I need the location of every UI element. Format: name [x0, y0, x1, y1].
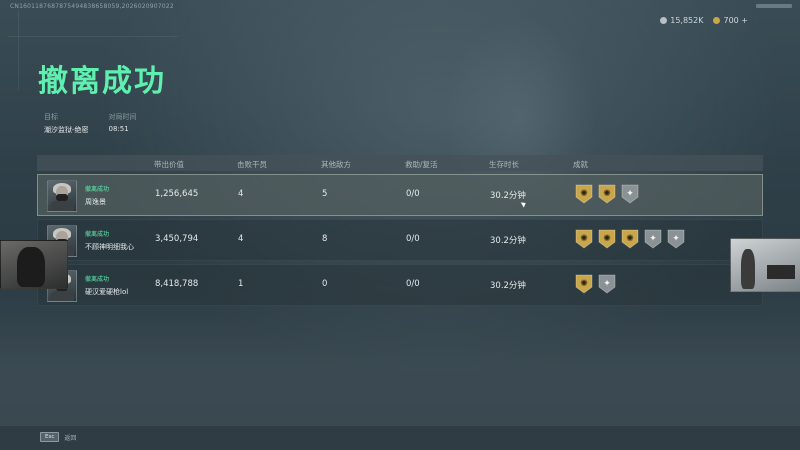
- row-other: 8: [322, 234, 328, 244]
- target-value: 潮汐监狱-绝密: [44, 126, 89, 134]
- bottom-bar: [0, 426, 800, 450]
- achievement-badges: ✺ ✦: [575, 274, 616, 294]
- page-title: 撤离成功: [38, 64, 166, 99]
- gold-medal-icon[interactable]: ✺: [621, 229, 639, 249]
- gold-medal-icon[interactable]: ✺: [575, 184, 593, 204]
- row-rescue: 0/0: [406, 279, 420, 289]
- gold-medal-icon[interactable]: ✺: [575, 229, 593, 249]
- player-avatar[interactable]: [47, 180, 77, 212]
- hud-line: [8, 36, 178, 37]
- target-info: 目标 潮汐监狱-绝密: [44, 112, 89, 135]
- row-rescue: 0/0: [406, 234, 420, 244]
- gold-medal-icon[interactable]: ✺: [598, 229, 616, 249]
- esc-key[interactable]: Esc: [40, 432, 60, 442]
- currency-silver: 15,852K: [660, 16, 703, 25]
- row-rescue: 0/0: [406, 189, 420, 199]
- header-rescue: 救助/复活: [405, 160, 438, 169]
- time-info: 对局时间 08:51: [109, 112, 137, 135]
- currency-amount: 700 +: [723, 16, 748, 25]
- header-other: 其他敌方: [321, 160, 351, 169]
- results-table: 带出价值 击败干员 其他敌方 救助/复活 生存时长 成就 撤离成功 周逸景 1,2…: [37, 155, 763, 306]
- row-kills: 1: [238, 279, 244, 289]
- extraction-status: 撤离成功: [85, 186, 110, 193]
- player-name: 硬汉爱硬枪lol: [85, 288, 129, 296]
- silver-medal-icon[interactable]: ✦: [667, 229, 685, 249]
- table-header: 带出价值 击败干员 其他敌方 救助/复活 生存时长 成就: [37, 155, 763, 171]
- chair: [767, 265, 795, 279]
- header-time: 生存时长: [489, 160, 519, 169]
- row-kills: 4: [238, 234, 244, 244]
- session-id: CN1601187687875494838658059,202602090702…: [10, 3, 174, 10]
- silver-coin-icon: [660, 17, 668, 24]
- player-name: 周逸景: [85, 198, 106, 206]
- extraction-status: 撤离成功: [85, 231, 110, 238]
- achievement-badges: ✺ ✺ ✺ ✦ ✦: [575, 229, 685, 249]
- header-value: 带出价值: [154, 160, 184, 169]
- currency-amount: 15,852K: [670, 16, 704, 25]
- silver-medal-icon[interactable]: ✦: [598, 274, 616, 294]
- table-row[interactable]: 撤离成功 硬汉爱硬枪lol 8,418,788 1 0 0/0 30.2分钟 ✺ ✦: [37, 264, 763, 306]
- player-name: 不顾神明细我心: [85, 243, 134, 251]
- row-other: 0: [322, 279, 328, 289]
- row-other: 5: [322, 189, 328, 199]
- header-kills: 击败干员: [237, 160, 267, 169]
- row-survival-time: 30.2分钟: [490, 281, 526, 291]
- hud-line: [18, 10, 19, 90]
- table-row[interactable]: 撤离成功 不顾神明细我心 3,450,794 4 8 0/0 30.2分钟 ✺ ✺ ✺ ✦…: [37, 219, 763, 261]
- row-value: 8,418,788: [155, 279, 199, 289]
- silver-medal-icon[interactable]: ✦: [644, 229, 662, 249]
- currency-bar: 15,852K 700 +: [660, 16, 748, 25]
- streamer-silhouette: [17, 247, 45, 287]
- avatar-body: [50, 201, 74, 211]
- top-indicator: [756, 4, 792, 8]
- header-achievements: 成就: [573, 160, 588, 169]
- table-row[interactable]: 撤离成功 周逸景 1,256,645 4 5 0/0 30.2分钟 ✺ ✺ ✦: [37, 174, 763, 216]
- silver-medal-icon[interactable]: ✦: [621, 184, 639, 204]
- avatar-mask: [56, 194, 68, 201]
- row-survival-time: 30.2分钟: [490, 236, 526, 246]
- row-survival-time: 30.2分钟: [490, 191, 526, 201]
- back-label[interactable]: 返回: [64, 433, 76, 442]
- gold-coin-icon: [713, 17, 721, 24]
- row-value: 3,450,794: [155, 234, 199, 244]
- time-value: 08:51: [108, 125, 129, 133]
- avatar-body: [50, 291, 74, 301]
- gold-medal-icon[interactable]: ✺: [575, 274, 593, 294]
- match-info: 目标 潮汐监狱-绝密 对局时间 08:51: [44, 112, 137, 135]
- achievement-badges: ✺ ✺ ✦: [575, 184, 639, 204]
- row-kills: 4: [238, 189, 244, 199]
- webcam-overlay-left: [0, 240, 68, 289]
- target-label: 目标: [44, 113, 58, 121]
- extraction-status: 撤离成功: [85, 276, 110, 283]
- footer-hint[interactable]: Esc 返回: [40, 432, 76, 442]
- time-label: 对局时间: [108, 113, 137, 121]
- currency-gold: 700 +: [713, 16, 748, 25]
- streamer-silhouette: [741, 249, 755, 289]
- gold-medal-icon[interactable]: ✺: [598, 184, 616, 204]
- row-value: 1,256,645: [155, 189, 199, 199]
- webcam-overlay-right: [730, 238, 800, 292]
